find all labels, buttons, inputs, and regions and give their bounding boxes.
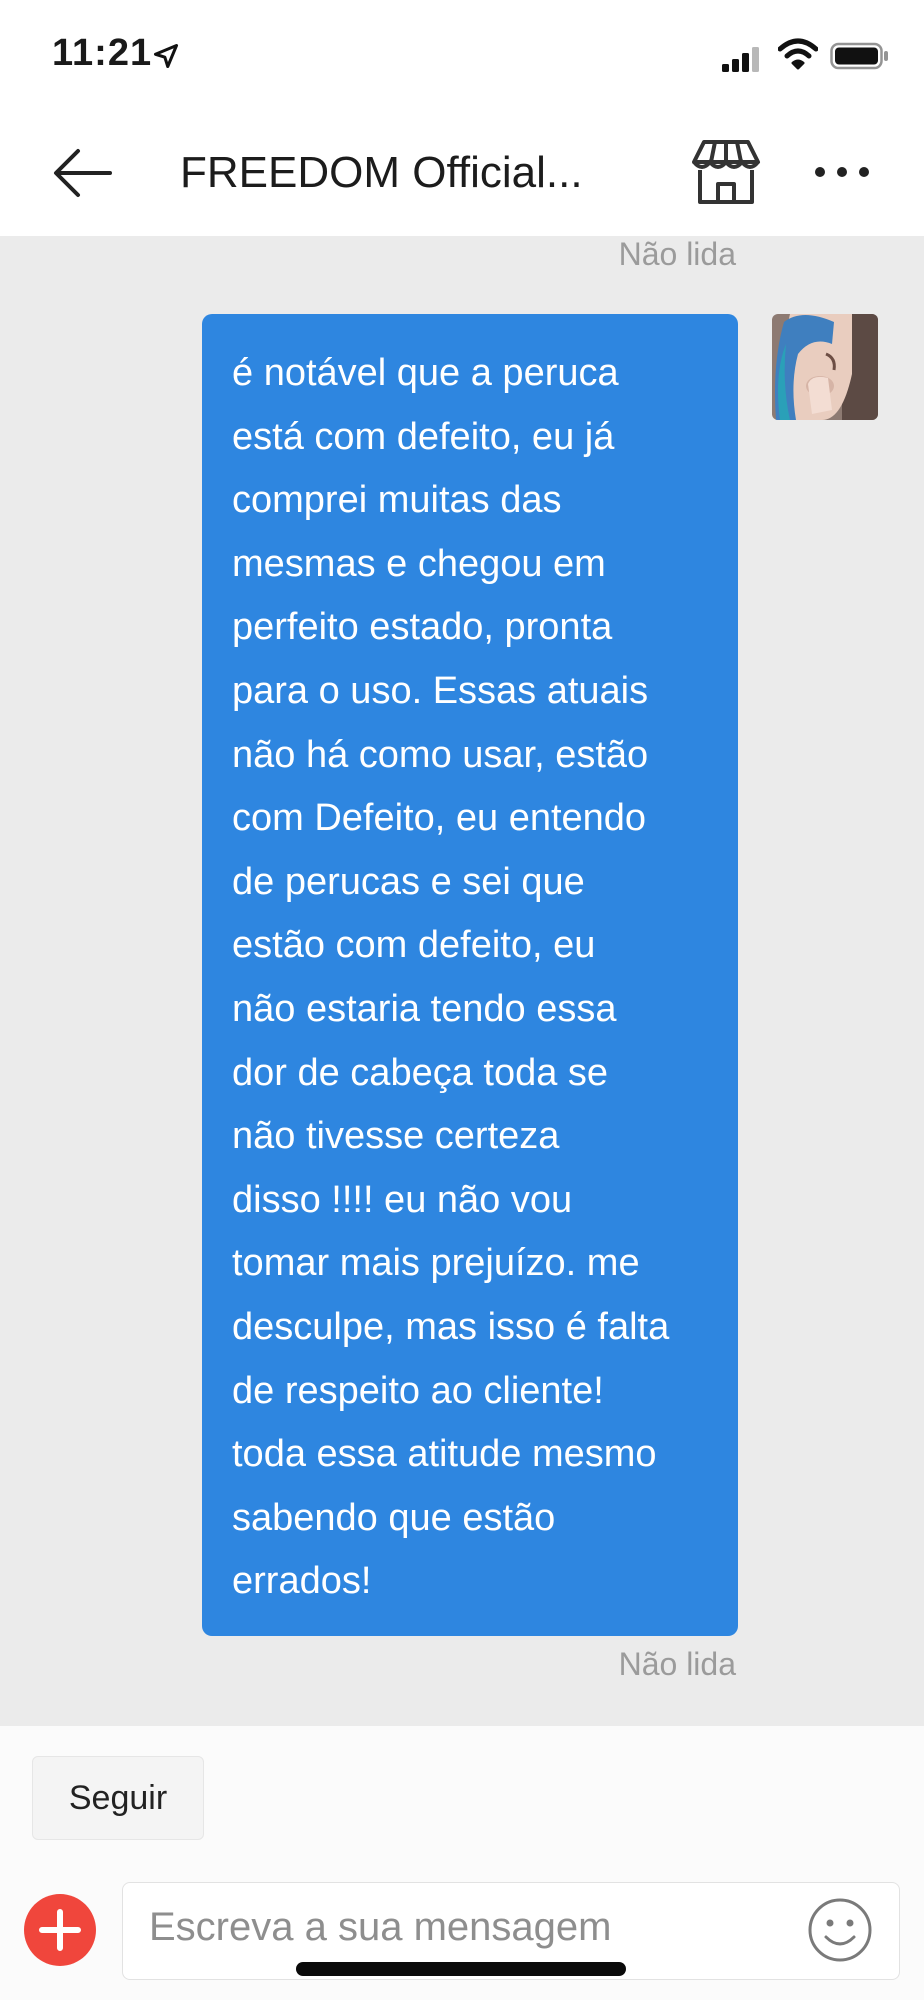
emoji-icon[interactable] bbox=[807, 1897, 873, 1963]
status-bar: 11:21 bbox=[0, 0, 924, 110]
message-line: mesmas e chegou em bbox=[232, 542, 606, 585]
wifi-icon bbox=[778, 38, 818, 70]
user-avatar[interactable] bbox=[772, 314, 878, 420]
cellular-signal-icon bbox=[722, 47, 759, 72]
read-status: Não lida bbox=[618, 1646, 736, 1682]
battery-icon bbox=[830, 42, 888, 70]
message-input-placeholder: Escreva a sua mensagem bbox=[149, 1905, 612, 1949]
message-line: com Defeito, eu entendo bbox=[232, 797, 647, 840]
store-icon[interactable] bbox=[690, 136, 762, 208]
message-list[interactable]: Não lida é notável que a peruca está com… bbox=[0, 236, 924, 1726]
bottom-panel: Seguir Escreva a sua mensagem bbox=[0, 1726, 924, 2000]
home-indicator[interactable] bbox=[296, 1962, 626, 1976]
status-time: 11:21 bbox=[52, 32, 153, 74]
message-line: não estaria tendo essa bbox=[232, 987, 617, 1030]
message-line: estão com defeito, eu bbox=[232, 924, 596, 967]
message-line: perfeito estado, pronta bbox=[232, 606, 613, 649]
message-line: é notável que a peruca bbox=[232, 352, 619, 394]
message-line: de perucas e sei que bbox=[232, 860, 585, 903]
message-line: não tivesse certeza bbox=[232, 1115, 560, 1158]
message-line: sabendo que estão bbox=[232, 1496, 556, 1539]
location-arrow-icon bbox=[153, 43, 179, 69]
back-arrow-icon[interactable] bbox=[50, 140, 116, 206]
message-line: não há como usar, estão bbox=[232, 733, 649, 776]
message-text: é notável que a peruca está com defeito,… bbox=[232, 342, 732, 1614]
message-line: comprei muitas das bbox=[232, 479, 562, 522]
chat-title: FREEDOM Official... bbox=[180, 148, 583, 197]
more-options-icon[interactable] bbox=[810, 146, 874, 198]
chat-header: FREEDOM Official... bbox=[0, 110, 924, 236]
message-line: para o uso. Essas atuais bbox=[232, 669, 649, 712]
message-line: de respeito ao cliente! bbox=[232, 1369, 604, 1412]
message-line: está com defeito, eu já bbox=[232, 415, 615, 458]
follow-button[interactable]: Seguir bbox=[32, 1756, 204, 1840]
read-status: Não lida bbox=[618, 236, 736, 272]
message-line: desculpe, mas isso é falta bbox=[232, 1305, 670, 1348]
add-attachment-icon[interactable] bbox=[24, 1894, 96, 1966]
message-line: tomar mais prejuízo. me bbox=[232, 1242, 640, 1285]
message-line: toda essa atitude mesmo bbox=[232, 1433, 657, 1476]
message-line: errados! bbox=[232, 1560, 372, 1603]
message-bubble[interactable]: é notável que a peruca está com defeito,… bbox=[202, 314, 738, 1636]
message-line: dor de cabeça toda se bbox=[232, 1051, 609, 1094]
message-line: disso !!!! eu não vou bbox=[232, 1178, 573, 1221]
